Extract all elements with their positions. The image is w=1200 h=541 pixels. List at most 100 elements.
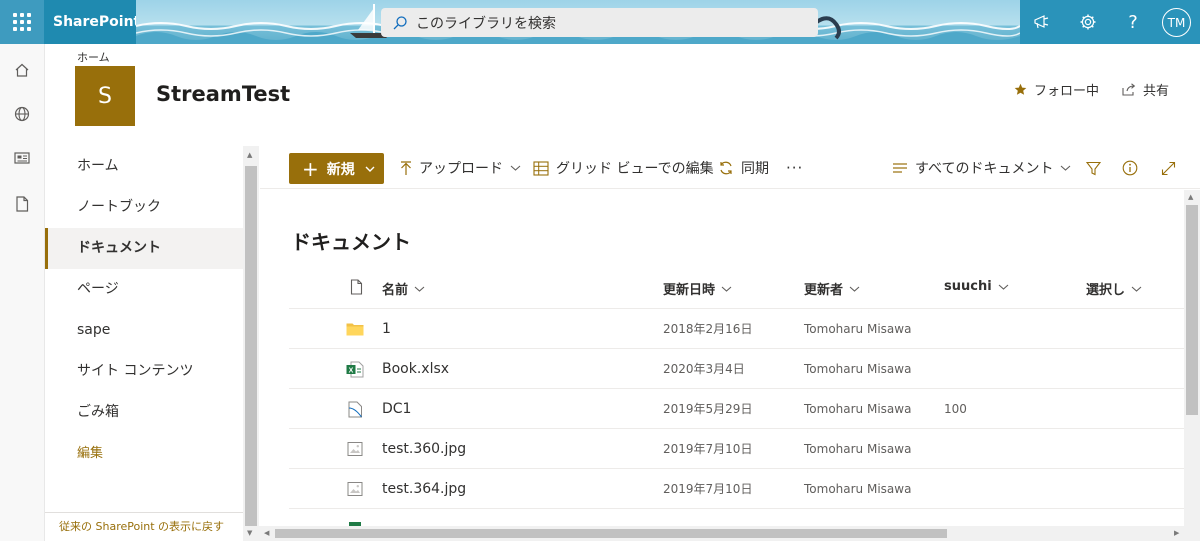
settings-button[interactable] xyxy=(1066,0,1110,44)
choice-column-label: 選択し xyxy=(1086,283,1126,298)
view-list-icon xyxy=(893,163,907,173)
table-row-partial[interactable] xyxy=(289,508,1184,527)
file-name-link[interactable]: DC1 xyxy=(382,389,411,429)
modified-by[interactable]: Tomoharu Misawa xyxy=(804,309,911,349)
file-type-icon xyxy=(350,279,363,295)
app-launcher-button[interactable] xyxy=(0,0,44,44)
filter-icon xyxy=(1085,161,1101,175)
modified-by-column-label: 更新者 xyxy=(804,283,844,298)
scroll-up-icon[interactable]: ▲ xyxy=(1188,194,1193,201)
horizontal-scrollbar-thumb[interactable] xyxy=(275,529,947,538)
modified-date: 2018年2月16日 xyxy=(663,322,753,336)
nav-scroll-down-icon[interactable]: ▼ xyxy=(247,530,252,537)
modified-date: 2019年7月10日 xyxy=(663,482,753,496)
follow-button[interactable]: フォロー中 xyxy=(1014,80,1099,99)
site-title[interactable]: StreamTest xyxy=(156,82,290,106)
modified-by-column-header[interactable]: 更新者 xyxy=(804,279,860,298)
modified-by[interactable]: Tomoharu Misawa xyxy=(804,469,911,509)
filter-button[interactable] xyxy=(1082,157,1104,179)
chevron-down-icon xyxy=(998,284,1009,290)
sync-icon xyxy=(720,161,732,175)
chevron-down-icon xyxy=(510,165,521,171)
home-icon xyxy=(15,63,29,77)
star-icon xyxy=(1014,83,1027,95)
modified-column-header[interactable]: 更新日時 xyxy=(663,279,732,298)
suuchi-column-label: suuchi xyxy=(944,279,992,294)
table-row[interactable]: test.364.jpg 2019年7月10日 Tomoharu Misawa xyxy=(289,468,1184,508)
rail-home-button[interactable] xyxy=(0,48,44,92)
file-name-link[interactable]: test.364.jpg xyxy=(382,469,466,509)
svg-text:X: X xyxy=(349,367,354,374)
document-file-icon xyxy=(344,389,366,429)
nav-item-home[interactable]: ホーム xyxy=(45,146,243,187)
spreadsheet-file-icon xyxy=(344,509,366,527)
fullscreen-button[interactable] xyxy=(1157,157,1179,179)
file-type-column-header[interactable] xyxy=(344,279,363,295)
sync-label: 同期 xyxy=(741,161,769,177)
rail-sites-button[interactable] xyxy=(0,92,44,136)
nav-item-sape[interactable]: sape xyxy=(45,310,243,351)
modified-date: 2020年3月4日 xyxy=(663,362,745,376)
list-vertical-scrollbar-thumb[interactable] xyxy=(1186,205,1198,415)
sync-button[interactable]: 同期 xyxy=(718,157,769,179)
document-icon xyxy=(16,196,29,212)
grid-view-edit-button[interactable]: グリッド ビューでの編集 xyxy=(533,157,714,179)
news-icon xyxy=(14,152,30,164)
app-rail xyxy=(0,44,45,541)
nav-item-documents[interactable]: ドキュメント xyxy=(45,228,243,269)
upload-label: アップロード xyxy=(419,161,503,177)
nav-scrollbar-thumb[interactable] xyxy=(245,166,257,526)
nav-item-pages[interactable]: ページ xyxy=(45,269,243,310)
upload-button[interactable]: アップロード xyxy=(400,157,521,179)
table-row[interactable]: 1 2018年2月16日 Tomoharu Misawa xyxy=(289,308,1184,348)
grid-icon xyxy=(533,160,549,176)
share-button[interactable]: 共有 xyxy=(1122,80,1169,99)
suuchi-value: 100 xyxy=(944,402,967,416)
rail-news-button[interactable] xyxy=(0,136,44,180)
image-file-icon xyxy=(344,429,366,469)
table-row[interactable]: X Book.xlsx 2020年3月4日 Tomoharu Misawa xyxy=(289,348,1184,388)
help-button[interactable]: ? xyxy=(1111,0,1155,44)
info-pane-button[interactable] xyxy=(1119,157,1141,179)
return-to-classic-link[interactable]: 従来の SharePoint の表示に戻す xyxy=(45,512,243,541)
waffle-icon xyxy=(13,13,31,31)
search-icon xyxy=(393,15,407,29)
upload-arrow-icon xyxy=(401,160,411,175)
table-row[interactable]: test.360.jpg 2019年7月10日 Tomoharu Misawa xyxy=(289,428,1184,468)
nav-item-recycle-bin[interactable]: ごみ箱 xyxy=(45,392,243,433)
new-button[interactable]: + 新規 xyxy=(289,153,384,184)
name-column-header[interactable]: 名前 xyxy=(382,279,425,298)
nav-edit-link[interactable]: 編集 xyxy=(45,433,243,474)
question-mark-icon: ? xyxy=(1128,11,1138,33)
site-logo[interactable]: S xyxy=(75,66,135,126)
modified-by[interactable]: Tomoharu Misawa xyxy=(804,389,911,429)
announcements-button[interactable] xyxy=(1020,0,1064,44)
megaphone-icon xyxy=(1034,15,1049,29)
view-switcher-button[interactable]: すべてのドキュメント xyxy=(892,157,1071,179)
file-name-link[interactable]: Book.xlsx xyxy=(382,349,449,389)
table-row[interactable]: DC1 2019年5月29日 Tomoharu Misawa 100 xyxy=(289,388,1184,428)
sharepoint-brand-link[interactable]: SharePoint xyxy=(44,0,140,44)
file-name-link[interactable]: test.360.jpg xyxy=(382,429,466,469)
image-file-icon xyxy=(344,469,366,509)
choice-column-header[interactable]: 選択し xyxy=(1086,279,1142,298)
folder-icon xyxy=(344,309,366,349)
nav-item-notebook[interactable]: ノートブック xyxy=(45,187,243,228)
search-box[interactable]: このライブラリを検索 xyxy=(381,8,818,37)
scroll-left-icon[interactable]: ◀ xyxy=(264,530,269,537)
quick-launch-nav: ホーム ノートブック ドキュメント ページ sape サイト コンテンツ ごみ箱… xyxy=(45,146,243,541)
more-commands-button[interactable]: ··· xyxy=(786,157,803,179)
modified-by[interactable]: Tomoharu Misawa xyxy=(804,429,911,469)
nav-scroll-up-icon[interactable]: ▲ xyxy=(247,152,252,159)
modified-by[interactable]: Tomoharu Misawa xyxy=(804,349,911,389)
breadcrumb[interactable]: ホーム xyxy=(77,49,110,65)
rail-files-button[interactable] xyxy=(0,182,44,226)
suuchi-column-header[interactable]: suuchi xyxy=(944,279,1009,294)
scroll-right-icon[interactable]: ▶ xyxy=(1174,530,1179,537)
new-label: 新規 xyxy=(326,161,355,178)
chevron-down-icon xyxy=(849,286,860,292)
nav-item-site-contents[interactable]: サイト コンテンツ xyxy=(45,351,243,392)
account-avatar[interactable]: TM xyxy=(1162,8,1191,37)
file-name-link[interactable]: 1 xyxy=(382,309,391,349)
more-icon: ··· xyxy=(786,159,804,177)
